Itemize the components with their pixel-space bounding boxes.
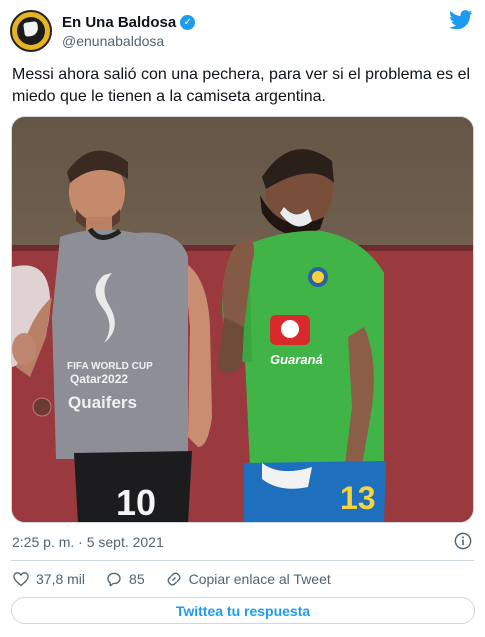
copy-link-label: Copiar enlace al Tweet [188, 571, 331, 587]
tweet-timestamp[interactable]: 2:25 p. m. · 5 sept. 2021 [12, 534, 164, 550]
reply-action[interactable]: 85 [105, 570, 145, 588]
tweet-actions: 37,8 mil 85 Copiar enlace al Tweet [12, 569, 351, 589]
reply-button[interactable]: Twittea tu respuesta [11, 597, 475, 624]
divider [11, 560, 474, 561]
vest-logo-line3: Quaifers [68, 393, 137, 412]
copy-link-action[interactable]: Copiar enlace al Tweet [165, 570, 331, 588]
author-names: En Una Baldosa ✓ @enunabaldosa [62, 13, 196, 50]
like-count: 37,8 mil [36, 571, 86, 587]
reply-count: 85 [129, 571, 145, 587]
tweet-header: En Una Baldosa ✓ @enunabaldosa [10, 10, 475, 52]
twitter-bird-icon[interactable] [449, 10, 473, 30]
tweet-text: Messi ahora salió con una pechera, para … [12, 66, 471, 105]
heart-icon [13, 572, 29, 587]
avatar[interactable] [10, 10, 52, 52]
right-shorts-number: 13 [340, 480, 376, 516]
reply-bubble-icon [107, 572, 121, 587]
vest-logo-line1: FIFA WORLD CUP [67, 361, 153, 372]
tweet-media-image[interactable]: FIFA WORLD CUP Qatar2022 Quaifers 10 Gua… [11, 116, 474, 523]
info-icon[interactable] [454, 532, 472, 550]
right-shirt-sponsor: Guaraná [270, 352, 323, 367]
left-shorts-number: 10 [116, 482, 156, 523]
like-action[interactable]: 37,8 mil [12, 570, 85, 588]
author-handle[interactable]: @enunabaldosa [62, 32, 195, 50]
author-display-name[interactable]: En Una Baldosa [62, 13, 176, 32]
media-scene: FIFA WORLD CUP Qatar2022 Quaifers 10 Gua… [12, 117, 473, 523]
link-icon [167, 572, 181, 586]
vest-logo-line2: Qatar2022 [70, 372, 128, 386]
verified-badge-icon: ✓ [180, 15, 196, 30]
